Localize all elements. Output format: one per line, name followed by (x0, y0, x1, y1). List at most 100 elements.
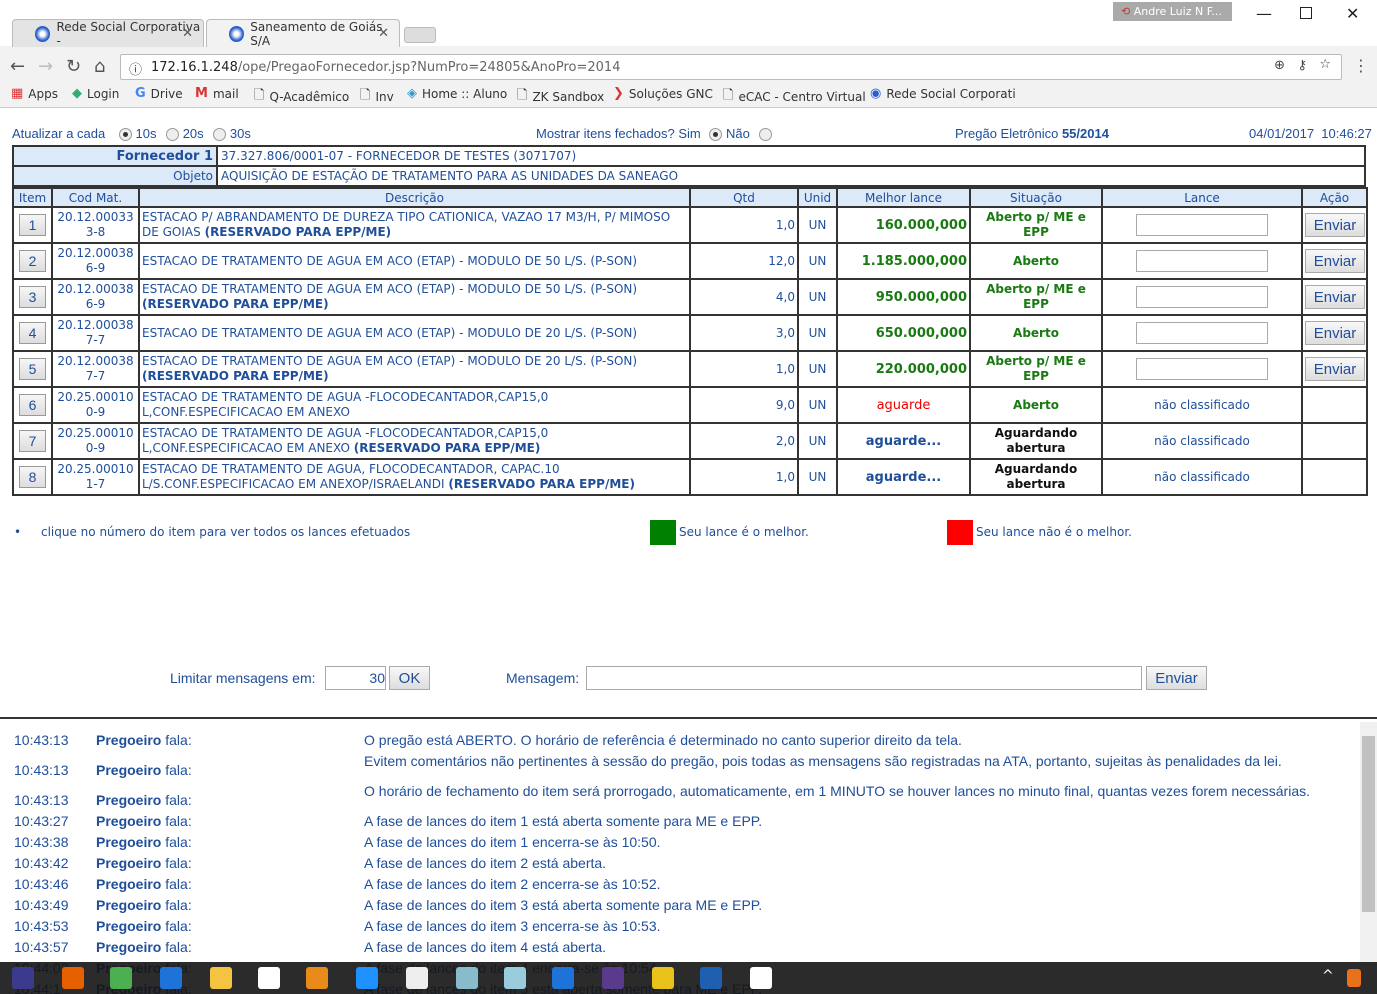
item-number-button[interactable]: 2 (19, 250, 46, 272)
scrollbar-thumb[interactable] (1362, 736, 1375, 912)
show-closed-yes-radio[interactable] (709, 128, 723, 142)
reload-icon[interactable]: ↻ (66, 56, 81, 77)
edge-icon[interactable] (160, 967, 182, 989)
new-tab-button[interactable] (404, 27, 436, 43)
bid-input[interactable] (1136, 250, 1268, 272)
description-cell: ESTACAO DE TRATAMENTO DE AGUA, FLOCODECA… (138, 458, 691, 496)
home-icon[interactable]: ⌂ (94, 56, 105, 77)
bookmark-login[interactable]: ◆ Login (72, 86, 119, 101)
item-number-button[interactable]: 4 (19, 322, 46, 344)
status-cell: Aberto p/ ME e EPP (969, 206, 1103, 244)
store-icon[interactable] (258, 967, 280, 989)
bookmark-drive[interactable]: G Drive (135, 86, 183, 101)
item-number-button[interactable]: 7 (19, 430, 46, 452)
tab-saneamento[interactable]: Saneamento de Goiás S/A ✕ (206, 19, 400, 48)
bookmark-home-aluno[interactable]: ◈ Home :: Aluno (407, 86, 507, 101)
close-tab-icon[interactable]: ✕ (182, 26, 193, 41)
description-cell: ESTACAO DE TRATAMENTO DE AGUA -FLOCODECA… (138, 386, 691, 424)
send-bid-button[interactable]: Enviar (1305, 249, 1365, 273)
back-icon[interactable]: ← (10, 56, 25, 77)
item-number-button[interactable]: 5 (19, 358, 46, 380)
best-bid-cell: aguarde... (836, 458, 971, 496)
file-explorer-icon[interactable] (210, 967, 232, 989)
zoom-icon[interactable]: ⊕ (1274, 58, 1285, 73)
objeto-label: Objeto (12, 165, 218, 187)
description-cell: ESTACAO DE TRATAMENTO DE AGUA EM ACO (ET… (138, 314, 691, 352)
refresh-20s-radio[interactable] (166, 128, 180, 142)
author-suffix: fala: (161, 855, 192, 871)
document-icon[interactable] (700, 967, 722, 989)
fornecedor-label: Fornecedor 1 (12, 145, 218, 167)
item-number-button[interactable]: 3 (19, 286, 46, 308)
forward-icon[interactable]: → (38, 56, 53, 77)
author-name: Pregoeiro (96, 813, 162, 829)
bookmark-inv[interactable]: 🗋 Inv (360, 86, 394, 108)
bookmark-rede-social[interactable]: ◉ Rede Social Corporati (870, 86, 1016, 101)
status-cell: Aberto p/ ME e EPP (969, 278, 1103, 316)
key-icon[interactable]: ⚷ (1297, 58, 1307, 73)
refresh-10s-radio[interactable] (118, 128, 132, 142)
author-suffix: fala: (161, 876, 192, 892)
ie-icon[interactable] (356, 967, 378, 989)
message-author: Pregoeiro fala: (96, 813, 192, 829)
java-icon[interactable] (1347, 969, 1361, 987)
close-tab-icon[interactable]: ✕ (378, 26, 389, 41)
star-icon[interactable]: ☆ (1319, 57, 1331, 72)
firefox-icon[interactable] (62, 967, 84, 989)
minimize-icon[interactable]: — (1256, 4, 1272, 23)
item-cell: 1 (12, 206, 53, 244)
send-bid-button[interactable]: Enviar (1305, 357, 1365, 381)
show-closed-no-radio[interactable] (759, 128, 773, 142)
item-cell: 6 (12, 386, 53, 424)
author-name: Pregoeiro (96, 762, 162, 778)
action-cell: Enviar (1301, 314, 1368, 352)
send-bid-button[interactable]: Enviar (1305, 285, 1365, 309)
eclipse-icon[interactable] (12, 967, 34, 989)
ok-button[interactable]: OK (389, 666, 430, 690)
photos-icon[interactable] (750, 967, 772, 989)
paint-icon[interactable] (456, 967, 478, 989)
tab-rede-social[interactable]: Rede Social Corporativa - ✕ (12, 19, 204, 48)
compass-icon[interactable] (652, 967, 674, 989)
bookmark-ecac[interactable]: 🗋 eCAC - Centro Virtual (723, 86, 866, 108)
limit-input[interactable] (325, 666, 386, 690)
bid-input[interactable] (1136, 322, 1268, 344)
qtd-cell: 3,0 (689, 314, 799, 352)
unid-cell: UN (797, 278, 838, 316)
notepad-icon[interactable] (504, 967, 526, 989)
chrome-icon[interactable] (110, 967, 132, 989)
javaee-icon[interactable] (602, 967, 624, 989)
item-number-button[interactable]: 1 (19, 214, 46, 236)
refresh-30s-radio[interactable] (213, 128, 227, 142)
sync-error-icon: ⟲ (1121, 5, 1134, 18)
send-message-button[interactable]: Enviar (1146, 666, 1207, 690)
address-bar[interactable]: ⓘ 172.16.1.248/ope/PregaoFornecedor.jsp?… (120, 54, 1342, 80)
chevron-up-icon[interactable]: ^ (1322, 968, 1334, 984)
typing-icon[interactable] (552, 967, 574, 989)
bid-input[interactable] (1136, 358, 1268, 380)
message-text: O horário de fechamento do item será pro… (364, 783, 1310, 799)
bookmark-mail[interactable]: Mmail (195, 86, 239, 101)
bookmark-q-academico[interactable]: 🗋 Q-Acadêmico (254, 86, 349, 108)
bid-input[interactable] (1136, 214, 1268, 236)
item-number-button[interactable]: 6 (19, 394, 46, 416)
send-bid-button[interactable]: Enviar (1305, 213, 1365, 237)
close-window-icon[interactable]: ✕ (1346, 4, 1359, 23)
menu-icon[interactable]: ⋮ (1353, 56, 1369, 75)
message-time: 10:43:13 (14, 792, 69, 808)
media-player-icon[interactable] (306, 967, 328, 989)
table-row: 7 20.25.000100-9 ESTACAO DE TRATAMENTO DE … (12, 422, 1368, 460)
message-scrollbar[interactable] (1360, 722, 1377, 962)
calculator-icon[interactable] (406, 967, 428, 989)
bookmark-zk-sandbox[interactable]: 🗋 ZK Sandbox (517, 86, 604, 108)
column-header: Cod Mat. (51, 187, 140, 208)
message-input[interactable] (586, 666, 1142, 690)
bookmark-solucoes-gnc[interactable]: ❯ Soluções GNC (613, 86, 713, 101)
maximize-icon[interactable] (1300, 7, 1312, 19)
bid-input[interactable] (1136, 286, 1268, 308)
bookmark-apps[interactable]: ▦ Apps (11, 86, 58, 101)
item-number-button[interactable]: 8 (19, 466, 46, 488)
send-bid-button[interactable]: Enviar (1305, 321, 1365, 345)
profile-badge[interactable]: ⟲ Andre Luiz N F... (1113, 2, 1232, 21)
description-text: ESTACAO DE TRATAMENTO DE AGUA EM ACO (ET… (142, 354, 638, 368)
